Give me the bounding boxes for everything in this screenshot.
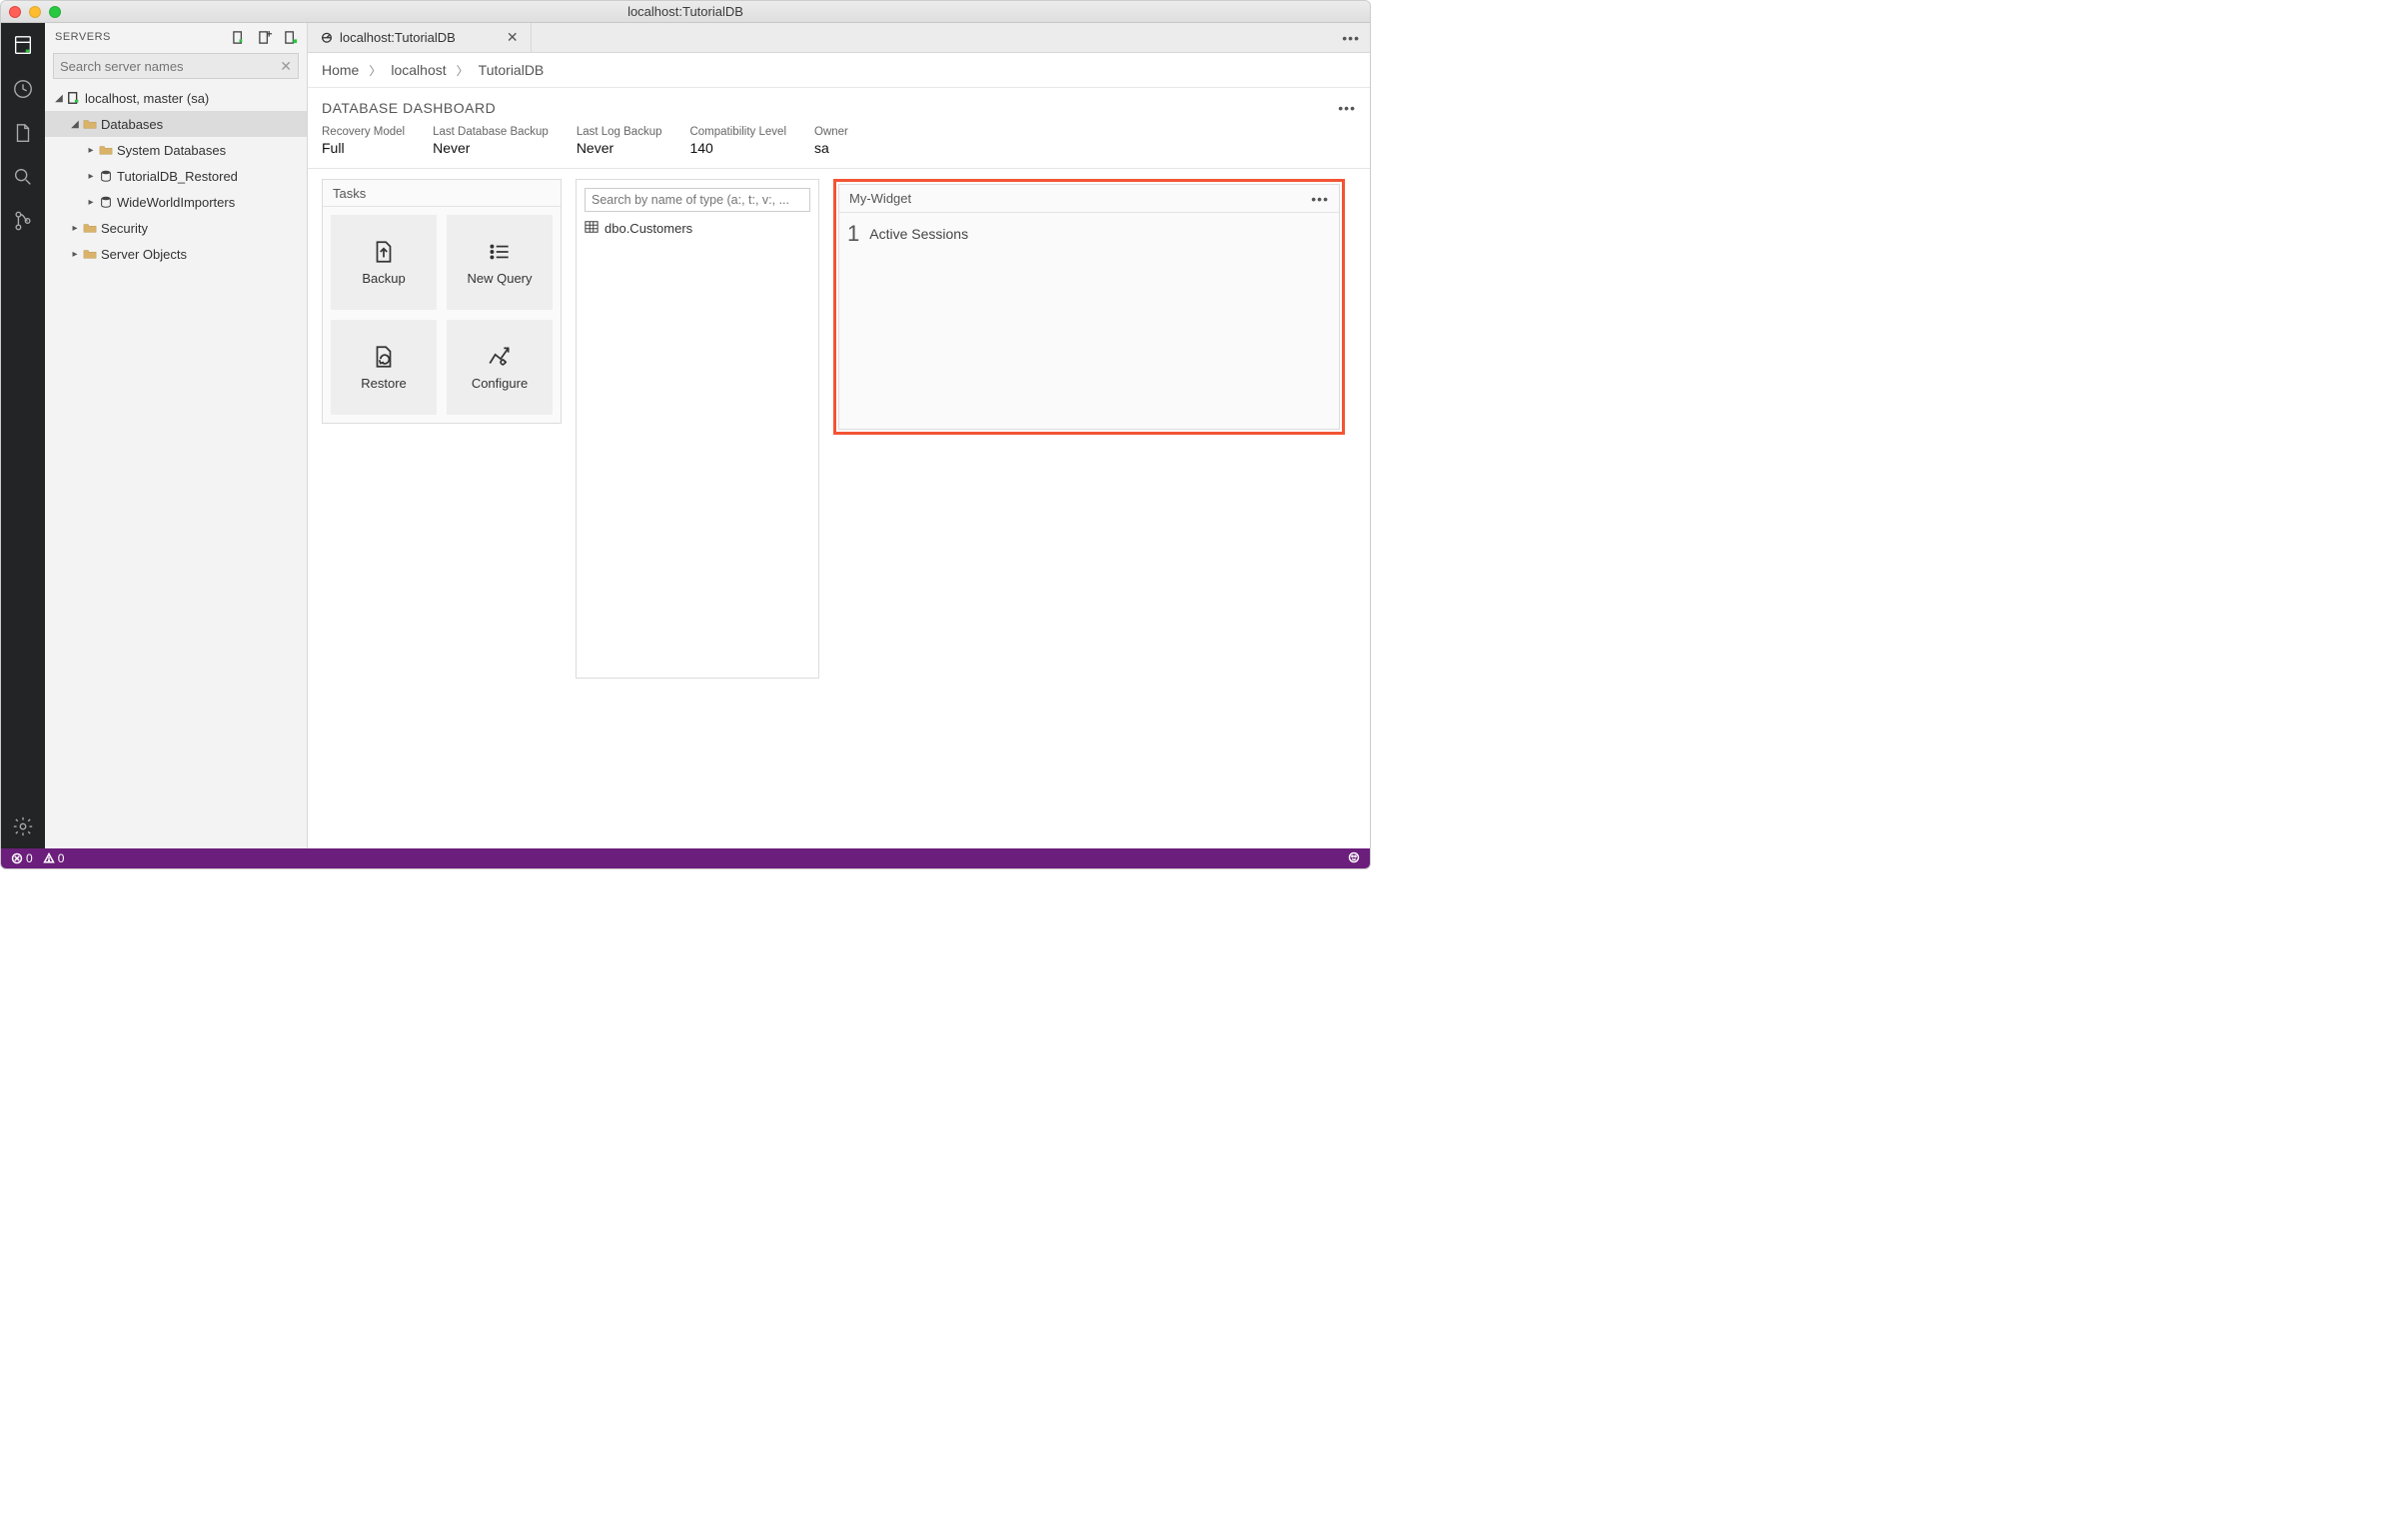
server-node-label: localhost, master (sa) (85, 91, 209, 106)
clear-search-icon[interactable]: ✕ (280, 58, 292, 75)
dashboard-tab[interactable]: localhost:TutorialDB ✕ (308, 23, 532, 52)
new-connection-icon[interactable] (231, 29, 247, 45)
dashboard-tab-icon (320, 29, 334, 46)
tasks-widget: Tasks Backup New Query (322, 179, 562, 424)
file-activity-icon[interactable] (11, 121, 35, 145)
server-action-icon[interactable] (283, 29, 299, 45)
tabbar-more-icon[interactable]: ••• (1342, 30, 1370, 46)
restore-task-button[interactable]: Restore (331, 320, 437, 415)
tasks-widget-title: Tasks (333, 186, 366, 201)
window-titlebar: localhost:TutorialDB (1, 1, 1370, 23)
servers-activity-icon[interactable] (11, 33, 35, 57)
servers-panel: SERVERS ✕ ◢ localhost, master (sa) (45, 23, 308, 848)
dashboard-more-icon[interactable]: ••• (1338, 100, 1356, 116)
server-objects-node[interactable]: ▸ Server Objects (45, 241, 307, 267)
metric-last-log-backup: Last Log Backup Never (577, 126, 662, 156)
breadcrumb-server[interactable]: localhost (391, 62, 446, 78)
metric-last-db-backup: Last Database Backup Never (433, 126, 549, 156)
servers-tree: ◢ localhost, master (sa) ◢ Databases ▸ S… (45, 83, 307, 848)
metric-compatibility-level: Compatibility Level 140 (689, 126, 786, 156)
search-activity-icon[interactable] (11, 165, 35, 189)
server-objects-label: Server Objects (101, 247, 187, 262)
new-query-icon (487, 239, 513, 265)
restore-icon (371, 344, 397, 370)
editor-area: localhost:TutorialDB ✕ ••• Home 〉 localh… (308, 23, 1370, 848)
my-widget-label: Active Sessions (869, 226, 968, 242)
backup-icon (371, 239, 397, 265)
metric-recovery-model: Recovery Model Full (322, 126, 405, 156)
my-widget-highlight: My-Widget ••• 1 Active Sessions (833, 179, 1345, 435)
db-wwi-node[interactable]: ▸ WideWorldImporters (45, 189, 307, 215)
new-group-icon[interactable] (257, 29, 273, 45)
status-errors[interactable]: 0 (11, 851, 33, 865)
server-node[interactable]: ◢ localhost, master (sa) (45, 85, 307, 111)
table-icon (585, 220, 599, 237)
breadcrumb-db[interactable]: TutorialDB (479, 62, 545, 78)
breadcrumb-home[interactable]: Home (322, 62, 359, 78)
db-restored-label: TutorialDB_Restored (117, 169, 238, 184)
source-control-activity-icon[interactable] (11, 209, 35, 233)
new-query-task-button[interactable]: New Query (447, 215, 553, 310)
dashboard-tab-label: localhost:TutorialDB (340, 30, 456, 45)
object-search-widget: dbo.Customers (576, 179, 819, 679)
chevron-right-icon: 〉 (369, 62, 381, 79)
security-node[interactable]: ▸ Security (45, 215, 307, 241)
servers-panel-title: SERVERS (55, 31, 111, 43)
configure-icon (487, 344, 513, 370)
metric-owner: Owner sa (814, 126, 848, 156)
my-widget-count: 1 (847, 221, 859, 247)
databases-node-label: Databases (101, 117, 163, 132)
close-tab-icon[interactable]: ✕ (507, 29, 519, 46)
search-result-row[interactable]: dbo.Customers (585, 220, 810, 237)
security-label: Security (101, 221, 148, 236)
my-widget-title: My-Widget (849, 191, 911, 206)
status-bar: 0 0 (1, 848, 1370, 868)
settings-activity-icon[interactable] (11, 814, 35, 838)
my-widget-more-icon[interactable]: ••• (1311, 191, 1329, 207)
databases-node[interactable]: ◢ Databases (45, 111, 307, 137)
server-search-wrap: ✕ (53, 53, 299, 79)
activity-bar (1, 23, 45, 848)
chevron-right-icon: 〉 (457, 62, 469, 79)
object-search-input[interactable] (585, 188, 810, 212)
status-warnings[interactable]: 0 (43, 851, 65, 865)
server-search-input[interactable] (60, 59, 276, 74)
history-activity-icon[interactable] (11, 77, 35, 101)
search-result-label: dbo.Customers (604, 221, 692, 236)
dashboard-title: DATABASE DASHBOARD (322, 100, 496, 116)
configure-task-button[interactable]: Configure (447, 320, 553, 415)
feedback-icon[interactable] (1348, 851, 1360, 863)
backup-task-button[interactable]: Backup (331, 215, 437, 310)
tab-bar: localhost:TutorialDB ✕ ••• (308, 23, 1370, 53)
db-restored-node[interactable]: ▸ TutorialDB_Restored (45, 163, 307, 189)
window-title: localhost:TutorialDB (1, 4, 1370, 19)
system-databases-label: System Databases (117, 143, 226, 158)
system-databases-node[interactable]: ▸ System Databases (45, 137, 307, 163)
breadcrumb: Home 〉 localhost 〉 TutorialDB (308, 53, 1370, 88)
db-wwi-label: WideWorldImporters (117, 195, 235, 210)
my-widget: My-Widget ••• 1 Active Sessions (838, 184, 1340, 430)
